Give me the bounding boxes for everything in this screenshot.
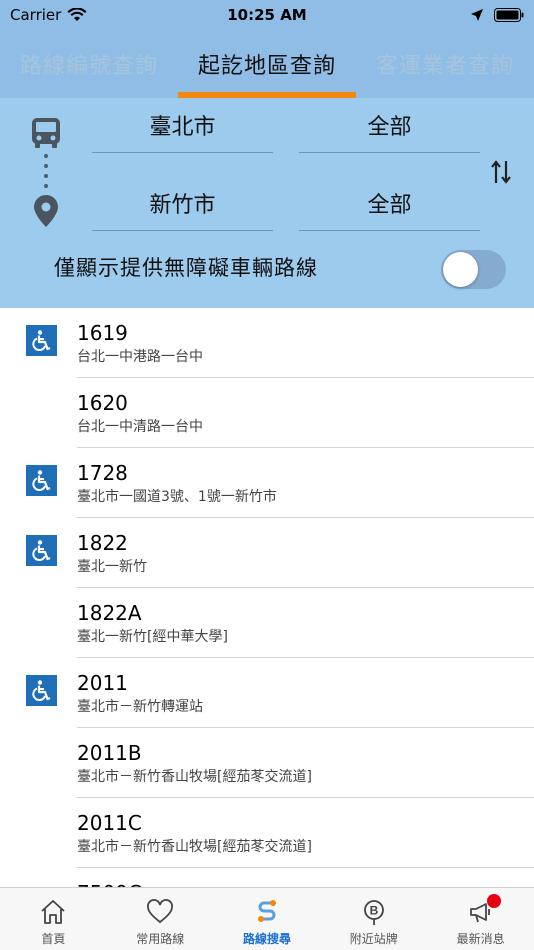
origin-city-field[interactable]: 臺北市: [92, 98, 273, 153]
route-number: 2011C: [77, 811, 142, 835]
route-row[interactable]: 1728 臺北市一國道3號、1號一新竹市: [0, 448, 534, 518]
tabbar-favorites-label: 常用路線: [136, 932, 185, 946]
route-number: 2011B: [77, 741, 142, 765]
location-pin-icon: [34, 195, 58, 227]
tab-origin-destination[interactable]: 起訖地區查詢: [178, 30, 356, 98]
route-number: 1620: [77, 391, 128, 415]
route-row[interactable]: 1620 台北一中清路一台中: [0, 378, 534, 448]
search-panel: 臺北市 全部 新竹市 全部 僅顯示提供無障礙車輛路線: [0, 98, 534, 308]
route-number: 1619: [77, 321, 128, 345]
swap-icon[interactable]: [490, 159, 512, 185]
accessible-badge: [26, 675, 57, 706]
tabbar-route-search[interactable]: 路線搜尋: [214, 888, 321, 950]
bus-icon: [32, 118, 60, 148]
route-row[interactable]: 1619 台北一中港路一台中: [0, 308, 534, 378]
route-row[interactable]: 2011B 臺北市－新竹香山牧場[經茄苳交流道]: [0, 728, 534, 798]
route-icon: [257, 900, 276, 922]
tab-route-number[interactable]: 路線編號查詢: [0, 30, 178, 98]
query-tabs: 路線編號查詢 起訖地區查詢 客運業者查詢: [0, 30, 534, 98]
destination-city-field[interactable]: 新竹市: [92, 176, 273, 231]
accessible-only-toggle[interactable]: [441, 250, 506, 289]
tabbar-route-search-label: 路線搜尋: [242, 932, 291, 946]
bus-stop-icon: B: [363, 900, 384, 925]
tabbar-favorites[interactable]: 常用路線: [107, 888, 214, 950]
route-dots: [44, 154, 48, 194]
route-description: 臺北一新竹: [77, 559, 147, 575]
route-list: 1619 台北一中港路一台中 1620 台北一中清路一台中 1728 臺北市一國道3號、1…: [0, 308, 534, 938]
tabbar-home[interactable]: 首頁: [0, 888, 107, 950]
heart-icon: [147, 899, 174, 924]
route-description: 臺北市一國道3號、1號一新竹市: [77, 489, 277, 505]
route-number: 1822A: [77, 601, 142, 625]
accessible-badge: [26, 465, 57, 496]
bottom-tab-bar: 首頁 常用路線 路線搜尋 B 附近站牌 最新消息: [0, 887, 534, 950]
home-icon: [41, 900, 65, 924]
status-time: 10:25 AM: [227, 6, 307, 24]
wheelchair-icon: [31, 329, 50, 351]
route-number: 1822: [77, 531, 128, 555]
tabbar-home-label: 首頁: [41, 932, 66, 946]
route-row[interactable]: 2011C 臺北市－新竹香山牧場[經茄苳交流道]: [0, 798, 534, 868]
wheelchair-icon: [31, 469, 50, 491]
route-number: 2011: [77, 671, 128, 695]
news-badge: [487, 894, 502, 908]
route-description: 台北一中清路一台中: [77, 419, 203, 435]
route-row[interactable]: 1822 臺北一新竹: [0, 518, 534, 588]
accessible-only-label: 僅顯示提供無障礙車輛路線: [54, 256, 318, 280]
route-description: 臺北市－新竹香山牧場[經茄苳交流道]: [77, 769, 312, 785]
tabbar-nearby-stops[interactable]: B 附近站牌: [320, 888, 427, 950]
origin-district-field[interactable]: 全部: [299, 98, 480, 153]
route-description: 臺北市－新竹香山牧場[經茄苳交流道]: [77, 839, 312, 855]
route-description: 臺北一新竹[經中華大學]: [77, 629, 228, 645]
route-description: 台北一中港路一台中: [77, 349, 203, 365]
destination-district-field[interactable]: 全部: [299, 176, 480, 231]
status-bar: Carrier 10:25 AM: [0, 0, 534, 30]
tabbar-news-label: 最新消息: [456, 932, 505, 946]
route-row[interactable]: 1822A 臺北一新竹[經中華大學]: [0, 588, 534, 658]
tab-operator[interactable]: 客運業者查詢: [356, 30, 534, 98]
svg-text:B: B: [369, 904, 378, 918]
tabbar-nearby-stops-label: 附近站牌: [349, 932, 398, 946]
route-row[interactable]: 2011 臺北市－新竹轉運站: [0, 658, 534, 728]
route-number: 1728: [77, 461, 128, 485]
toggle-knob: [443, 252, 478, 287]
accessible-badge: [26, 325, 57, 356]
wheelchair-icon: [31, 679, 50, 701]
tabbar-news[interactable]: 最新消息: [427, 888, 534, 950]
wheelchair-icon: [31, 539, 50, 561]
route-description: 臺北市－新竹轉運站: [77, 699, 203, 715]
accessible-badge: [26, 535, 57, 566]
